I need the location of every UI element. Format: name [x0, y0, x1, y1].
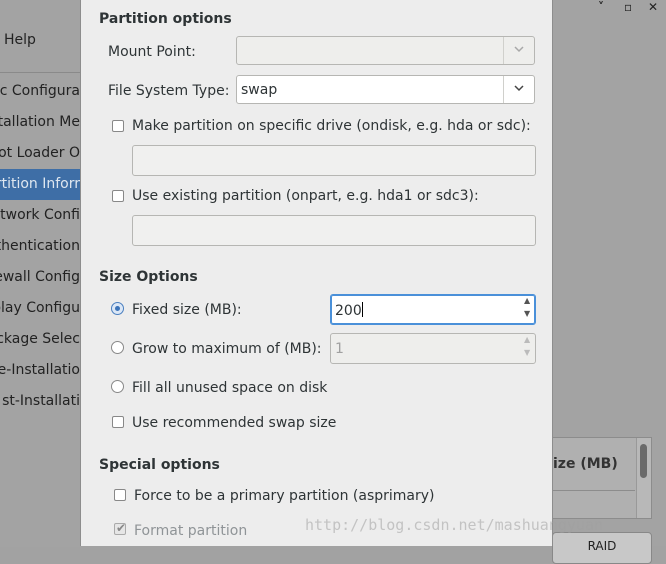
window-controls: ˅ ▫ ✕	[546, 0, 666, 18]
sidebar: sic Configura stallation Me ot Loader O …	[0, 72, 80, 547]
ondisk-label: Make partition on specific drive (ondisk…	[132, 118, 531, 134]
asprimary-checkbox[interactable]	[114, 489, 126, 501]
partition-options-title: Partition options	[99, 11, 232, 27]
close-icon[interactable]: ✕	[648, 0, 658, 14]
checkmark-icon: ✔	[116, 521, 127, 535]
spin-up-icon[interactable]: ▲	[524, 335, 530, 344]
radio-dot	[115, 306, 120, 311]
sidebar-item-partition-information[interactable]: rtition Inforr	[0, 169, 80, 200]
sidebar-item-package-selection[interactable]: ckage Selec	[0, 324, 80, 355]
mount-point-combo[interactable]	[236, 36, 535, 65]
ondisk-input[interactable]	[132, 145, 536, 176]
grow-maximum-radio[interactable]	[111, 341, 124, 354]
mount-point-label: Mount Point:	[108, 44, 196, 60]
partition-table[interactable]: ize (MB)	[552, 437, 652, 519]
fixed-size-spinbutton[interactable]: 200 ▲ ▼	[330, 294, 536, 325]
recommended-swap-label: Use recommended swap size	[132, 415, 337, 431]
scrollbar-thumb[interactable]	[640, 444, 647, 478]
spin-up-icon[interactable]: ▲	[524, 296, 530, 305]
onpart-input[interactable]	[132, 215, 536, 246]
onpart-checkbox[interactable]	[112, 190, 124, 202]
size-options-title: Size Options	[99, 269, 198, 285]
fixed-size-radio[interactable]	[111, 302, 124, 315]
grow-maximum-label: Grow to maximum of (MB):	[132, 341, 322, 357]
sidebar-item-authentication[interactable]: thentication	[0, 231, 80, 262]
combo-separator	[503, 37, 504, 64]
sidebar-item-pre-installation[interactable]: e-Installatio	[0, 355, 80, 386]
sidebar-item-basic-configuration[interactable]: sic Configura	[0, 76, 80, 107]
table-column-header-size[interactable]: ize (MB)	[553, 438, 635, 491]
chevron-down-icon	[514, 46, 524, 53]
onpart-label: Use existing partition (onpart, e.g. hda…	[132, 188, 479, 204]
recommended-swap-checkbox[interactable]	[112, 416, 124, 428]
combo-separator	[503, 76, 504, 103]
sidebar-item-firewall-configuration[interactable]: ewall Config	[0, 262, 80, 293]
spin-down-icon[interactable]: ▼	[524, 309, 530, 318]
fixed-size-label: Fixed size (MB):	[132, 302, 242, 318]
spin-down-icon[interactable]: ▼	[524, 348, 530, 357]
fixed-size-value: 200	[335, 302, 363, 319]
help-menu[interactable]: Help	[4, 32, 36, 48]
text-caret	[361, 302, 363, 317]
chevron-down-icon	[514, 85, 524, 92]
sidebar-item-display-configuration[interactable]: splay Configu	[0, 293, 80, 324]
sidebar-item-post-installation[interactable]: st-Installati	[0, 386, 80, 417]
spin-buttons: ▲ ▼	[521, 295, 535, 324]
format-partition-label: Format partition	[134, 523, 248, 539]
spin-buttons: ▲ ▼	[521, 334, 535, 363]
special-options-title: Special options	[99, 457, 220, 473]
file-system-type-combo[interactable]: swap	[236, 75, 535, 104]
sidebar-item-installation-method[interactable]: stallation Me	[0, 107, 80, 138]
table-scrollbar[interactable]	[636, 438, 651, 518]
file-system-type-label: File System Type:	[108, 83, 230, 99]
asprimary-label: Force to be a primary partition (asprima…	[134, 488, 435, 504]
fill-unused-label: Fill all unused space on disk	[132, 380, 328, 396]
sidebar-item-network-configuration[interactable]: etwork Confi	[0, 200, 80, 231]
raid-button[interactable]: RAID	[552, 532, 652, 564]
ondisk-checkbox[interactable]	[112, 120, 124, 132]
minimize-icon[interactable]: ˅	[598, 0, 604, 14]
maximize-icon[interactable]: ▫	[624, 0, 632, 14]
format-partition-checkbox[interactable]: ✔	[114, 521, 127, 535]
file-system-type-value: swap	[241, 82, 278, 98]
partition-options-dialog: Partition options Mount Point: File Syst…	[80, 0, 553, 546]
sidebar-item-boot-loader[interactable]: ot Loader O	[0, 138, 80, 169]
grow-maximum-spinbutton[interactable]: 1 ▲ ▼	[330, 333, 536, 364]
grow-maximum-value: 1	[335, 341, 344, 357]
watermark: http://blog.csdn.net/mashuangyuan	[305, 516, 604, 534]
fill-unused-radio[interactable]	[111, 380, 124, 393]
